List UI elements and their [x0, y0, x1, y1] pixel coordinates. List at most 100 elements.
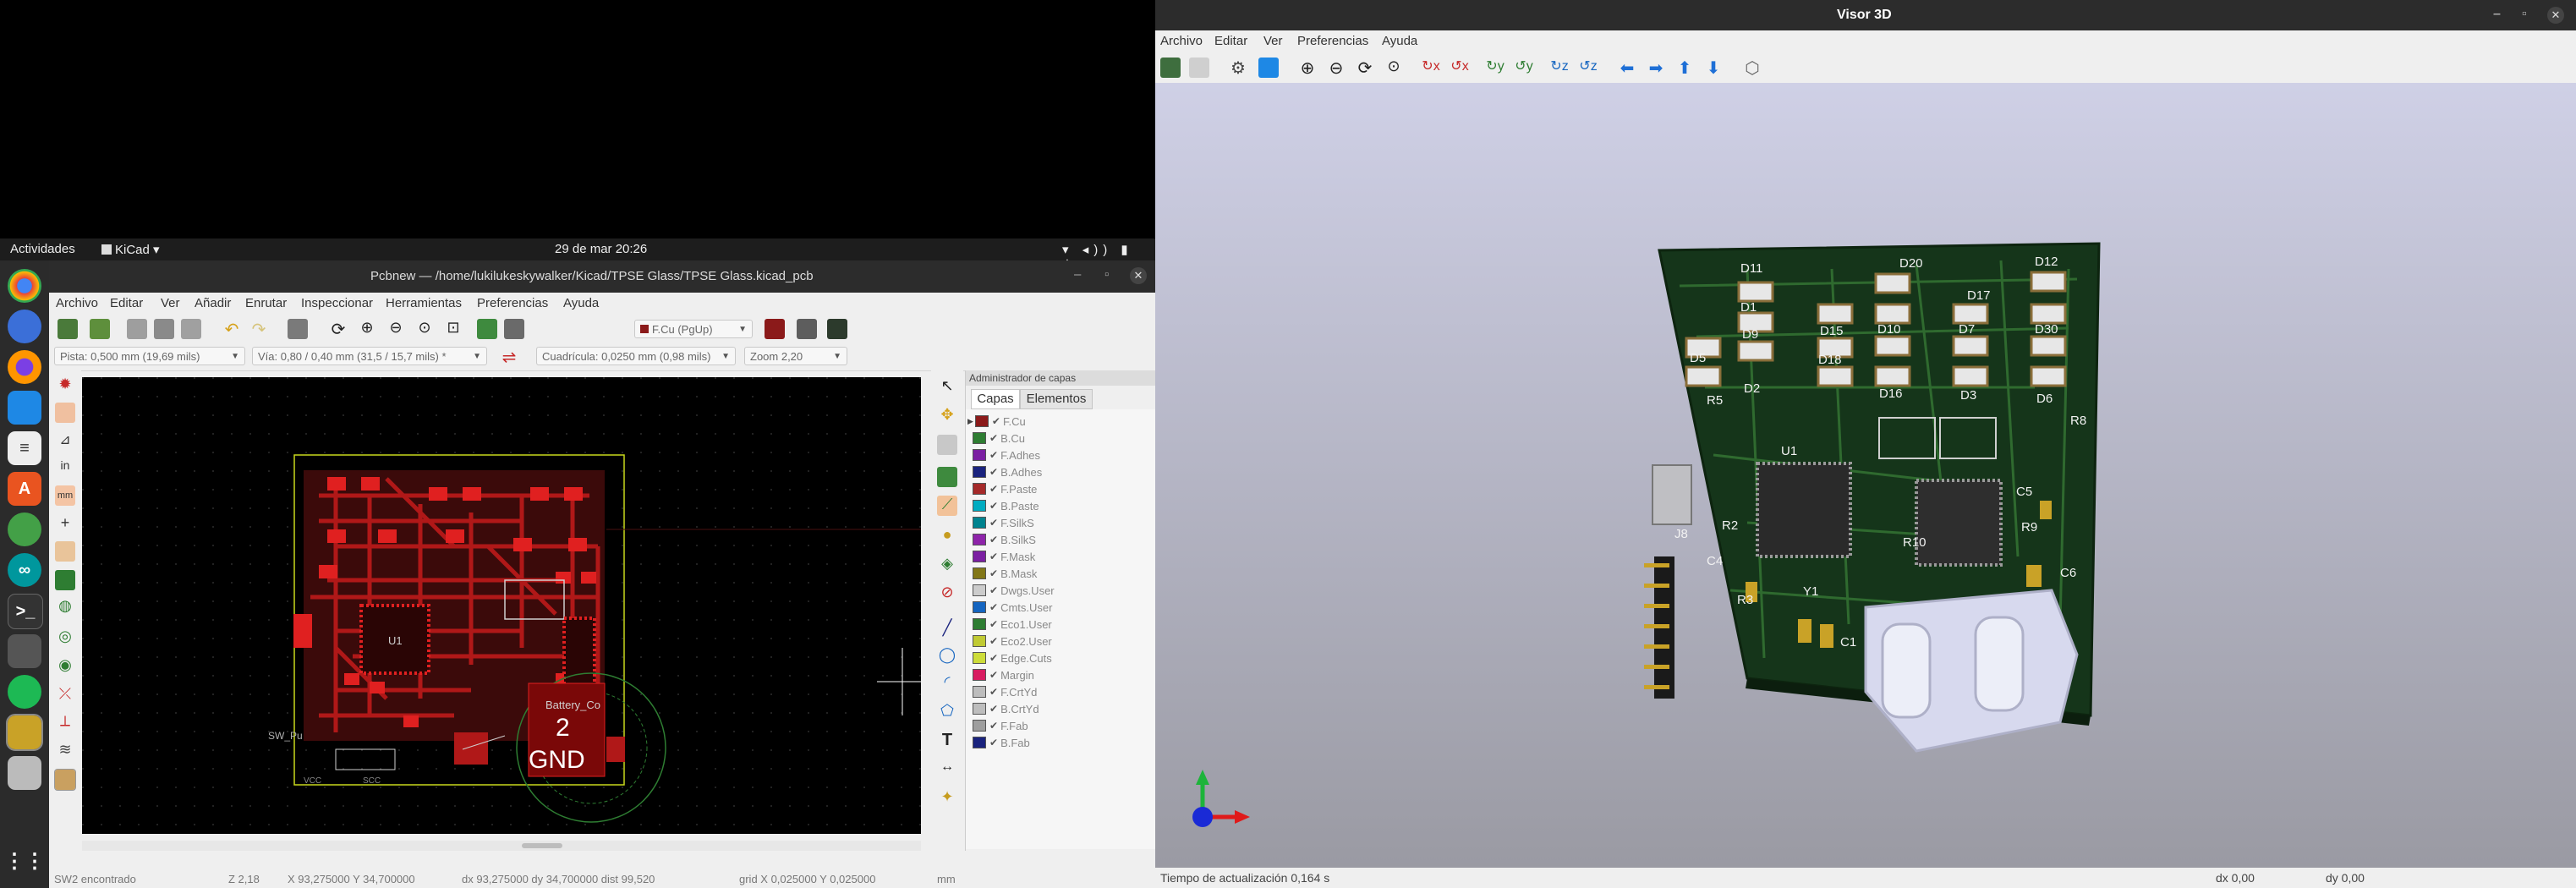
- tab-capas[interactable]: Capas: [971, 389, 1020, 409]
- viewer3d-scene[interactable]: D11 D20 D12 D17 D1 D15 D10 D7 D30 D5 D9 …: [1155, 83, 2576, 868]
- via-display-icon[interactable]: ◎: [55, 628, 75, 648]
- layer-color-swatch[interactable]: [973, 432, 986, 444]
- mm-units-icon[interactable]: mm: [55, 485, 75, 506]
- layer-row-dwgs[interactable]: ✔ Dwgs.User: [973, 582, 1055, 599]
- zone-fill-icon[interactable]: [55, 570, 75, 590]
- app-green-icon[interactable]: [8, 513, 41, 546]
- add-circle-icon[interactable]: ◯: [937, 646, 957, 666]
- app-menu[interactable]: KiCad ▾: [101, 242, 160, 257]
- zoom-select[interactable]: Zoom 2,20 ▼: [744, 347, 847, 365]
- activities-button[interactable]: Actividades: [10, 242, 75, 256]
- checkbox-icon[interactable]: ✔: [989, 551, 998, 562]
- checkbox-icon[interactable]: ✔: [989, 534, 998, 545]
- image-viewer-icon[interactable]: [8, 756, 41, 790]
- rotate-y-ccw-icon[interactable]: ↺y: [1514, 58, 1534, 78]
- select-arrow-icon[interactable]: ↖: [937, 377, 957, 397]
- checkbox-icon[interactable]: ✔: [989, 449, 998, 461]
- add-dimension-icon[interactable]: ↔: [937, 759, 957, 780]
- menu-preferencias[interactable]: Preferencias: [477, 296, 548, 310]
- print-icon[interactable]: [154, 319, 174, 339]
- menu-ver[interactable]: Ver: [1263, 34, 1283, 48]
- high-contrast-icon[interactable]: ⤫: [55, 685, 75, 705]
- undo-icon[interactable]: ↶: [222, 319, 242, 339]
- board-setup-icon[interactable]: [58, 319, 78, 339]
- layer-row-badhes[interactable]: ✔ B.Adhes: [973, 463, 1042, 480]
- checkbox-icon[interactable]: ✔: [989, 720, 998, 732]
- grid-toggle-icon[interactable]: [55, 403, 75, 423]
- layer-row-margin[interactable]: ✔ Margin: [973, 666, 1034, 683]
- checkbox-icon[interactable]: ✔: [989, 601, 998, 613]
- menu-ayuda[interactable]: Ayuda: [563, 296, 599, 310]
- software-center-icon[interactable]: A: [8, 472, 41, 506]
- cursor-shape-icon[interactable]: +: [55, 514, 75, 534]
- menu-editar[interactable]: Editar: [110, 296, 143, 310]
- layer-color-swatch[interactable]: [973, 686, 986, 698]
- layer-row-bcrtyd[interactable]: ✔ B.CrtYd: [973, 700, 1039, 717]
- checkbox-icon[interactable]: ✔: [989, 466, 998, 478]
- close-icon[interactable]: ✕: [1130, 267, 1147, 284]
- menu-preferencias[interactable]: Preferencias: [1297, 34, 1368, 48]
- layer-color-swatch[interactable]: [973, 652, 986, 664]
- menu-enrutar[interactable]: Enrutar: [245, 296, 287, 310]
- rotate-x-cw-icon[interactable]: ↻x: [1421, 58, 1441, 78]
- rotate-y-cw-icon[interactable]: ↻y: [1485, 58, 1505, 78]
- layer-row-fadhes[interactable]: ✔ F.Adhes: [973, 447, 1040, 463]
- clock[interactable]: 29 de mar 20:26: [555, 242, 647, 256]
- menu-editar[interactable]: Editar: [1214, 34, 1247, 48]
- copy-image-icon[interactable]: [1189, 58, 1209, 78]
- menu-archivo[interactable]: Archivo: [56, 296, 98, 310]
- move-right-icon[interactable]: ➡: [1646, 58, 1666, 78]
- minimize-icon[interactable]: –: [1074, 267, 1081, 282]
- menu-inspeccionar[interactable]: Inspeccionar: [301, 296, 373, 310]
- python-console-icon[interactable]: [827, 319, 847, 339]
- checkbox-icon[interactable]: ✔: [992, 415, 1000, 427]
- auto-track-width-icon[interactable]: ⇌: [499, 347, 519, 367]
- minimize-icon[interactable]: –: [2493, 7, 2501, 22]
- refresh-icon[interactable]: ⟳: [328, 319, 348, 339]
- layer-color-swatch[interactable]: [973, 483, 986, 495]
- layer-color-swatch[interactable]: [973, 601, 986, 613]
- files-icon[interactable]: [8, 391, 41, 425]
- zoom-selection-icon[interactable]: ⊡: [443, 319, 463, 339]
- layer-color-swatch[interactable]: [973, 500, 986, 512]
- rotate-x-ccw-icon[interactable]: ↺x: [1450, 58, 1470, 78]
- set-origin-icon[interactable]: ✦: [937, 788, 957, 809]
- layer-row-fsilks[interactable]: ✔ F.SilkS: [973, 514, 1034, 531]
- layer-color-swatch[interactable]: [973, 567, 986, 579]
- zoom-fit-icon[interactable]: ⊙: [1384, 58, 1404, 78]
- show-apps-icon[interactable]: ⋮⋮: [4, 844, 45, 878]
- add-arc-icon[interactable]: ◜: [937, 673, 957, 693]
- layer-color-swatch[interactable]: [973, 449, 986, 461]
- layer-row-edgecuts[interactable]: ✔ Edge.Cuts: [973, 650, 1052, 666]
- move-up-icon[interactable]: ⬆: [1674, 58, 1695, 78]
- checkbox-icon[interactable]: ✔: [989, 635, 998, 647]
- layer-color-swatch[interactable]: [973, 703, 986, 715]
- add-footprint-icon[interactable]: [937, 467, 957, 487]
- polar-coords-icon[interactable]: ⊿: [55, 431, 75, 452]
- layer-color-swatch[interactable]: [973, 669, 986, 681]
- inch-units-icon[interactable]: in: [55, 458, 75, 479]
- menu-anadir[interactable]: Añadir: [195, 296, 231, 310]
- maximize-icon[interactable]: ▫: [2522, 7, 2527, 22]
- layer-color-swatch[interactable]: [973, 720, 986, 732]
- chrome-icon[interactable]: [8, 269, 41, 303]
- scroll-thumb[interactable]: [522, 843, 562, 848]
- checkbox-icon[interactable]: ✔: [989, 618, 998, 630]
- checkbox-icon[interactable]: ✔: [989, 483, 998, 495]
- layer-color-swatch[interactable]: [973, 551, 986, 562]
- layer-color-swatch[interactable]: [973, 737, 986, 748]
- page-settings-icon[interactable]: [90, 319, 110, 339]
- layer-row-bmask[interactable]: ✔ B.Mask: [973, 565, 1037, 582]
- arduino-icon[interactable]: ∞: [8, 553, 41, 587]
- menu-herramientas[interactable]: Herramientas: [386, 296, 462, 310]
- layer-select[interactable]: F.Cu (PgUp) ▼: [634, 320, 753, 338]
- tab-elementos[interactable]: Elementos: [1020, 389, 1093, 409]
- layer-row-fpaste[interactable]: ✔ F.Paste: [973, 480, 1037, 497]
- checkbox-icon[interactable]: ✔: [989, 432, 998, 444]
- firefox-icon[interactable]: [8, 350, 41, 384]
- grid-select[interactable]: Cuadrícula: 0,0250 mm (0,98 mils) ▼: [536, 347, 736, 365]
- text-editor-icon[interactable]: ≡: [8, 431, 41, 465]
- rotate-z-cw-icon[interactable]: ↻z: [1549, 58, 1570, 78]
- add-via-icon[interactable]: ●: [937, 526, 957, 546]
- drc-icon[interactable]: [504, 319, 524, 339]
